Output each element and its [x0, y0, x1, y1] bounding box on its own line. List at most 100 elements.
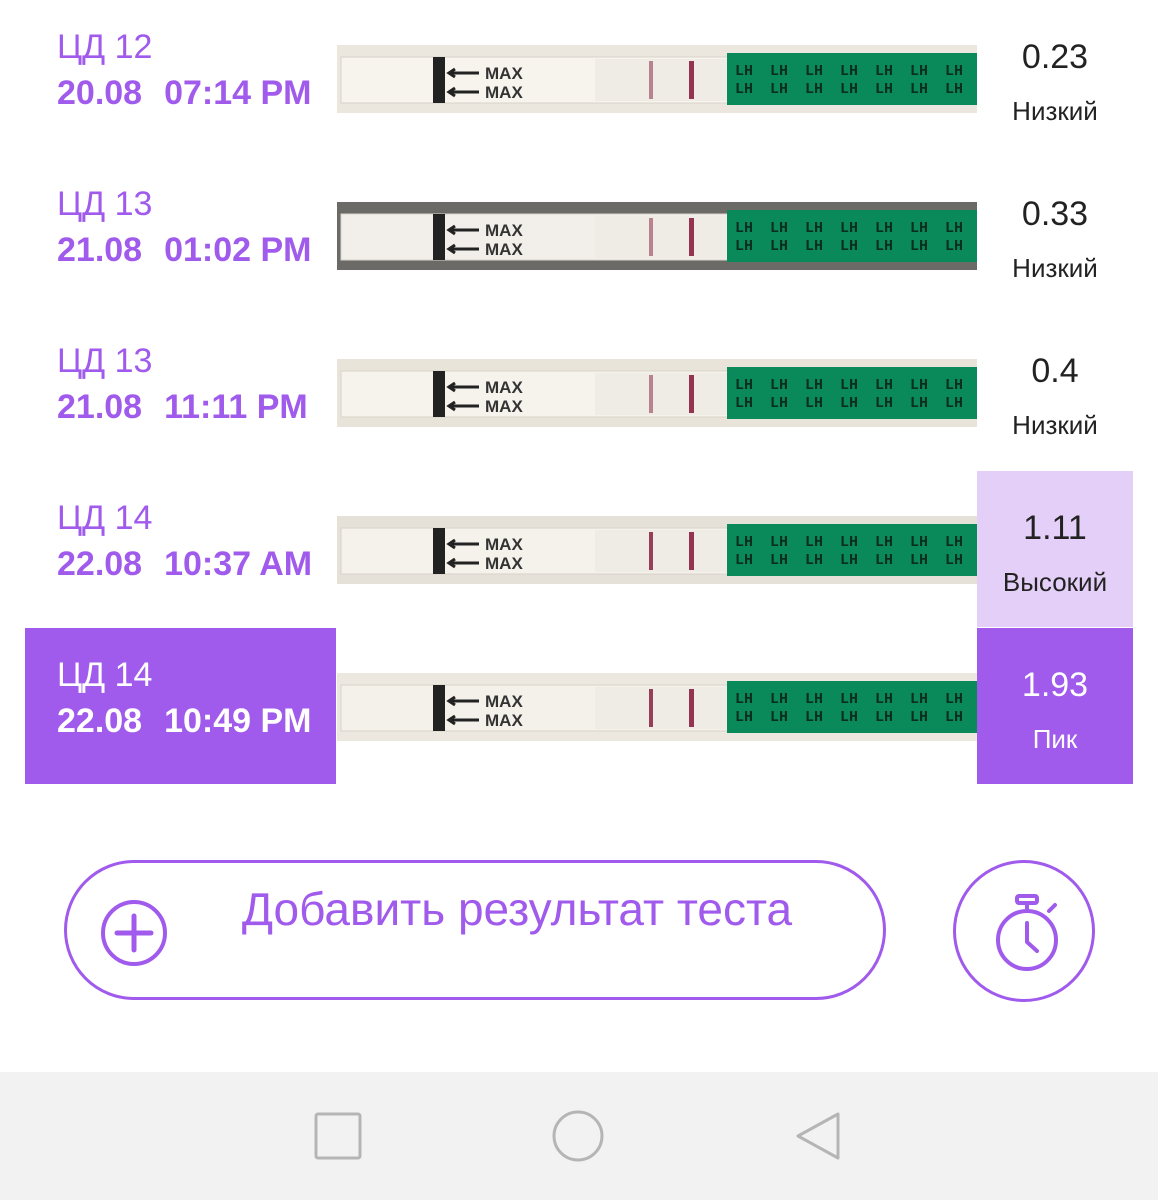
result-time: 11:11 PM [164, 388, 308, 426]
strip-lh-text: LH [910, 63, 928, 80]
cycle-day-label: ЦД 12 [57, 28, 153, 66]
lh-level-label: Пик [1032, 724, 1078, 754]
strip-lh-text: LH [805, 395, 823, 412]
strip-lh-text: LH [805, 691, 823, 708]
test-strip-photo: MAXMAXLH LH LH LH LH LH LHLH LH LH LH LH LH LH [337, 45, 977, 113]
result-datetime: 22.08 10:37 AM [57, 545, 312, 584]
strip-lh-text: LH [735, 63, 753, 80]
lh-ratio-value: 0.23 [1021, 38, 1089, 76]
strip-lh-text: LH [945, 552, 963, 569]
strip-lh-text: LH [875, 220, 893, 237]
strip-lh-text: LH [840, 534, 858, 551]
strip-max-bar [433, 528, 445, 574]
strip-control-line [689, 218, 694, 256]
strip-lh-text: LH [735, 238, 753, 255]
triangle-back-icon[interactable] [788, 1106, 848, 1166]
strip-window [595, 59, 727, 101]
cycle-day-label: ЦД 14 [57, 656, 153, 694]
stopwatch-icon [996, 894, 1058, 971]
strip-test-line [649, 61, 653, 99]
strip-test-line [649, 689, 653, 727]
strip-max-text: MAX [485, 240, 523, 259]
result-value-cell: 0.33 Низкий [977, 157, 1133, 313]
result-datetime: 22.08 10:49 PM [57, 702, 312, 741]
result-date: 22.08 [57, 545, 143, 583]
strip-max-text: MAX [485, 83, 523, 102]
result-row[interactable]: ЦД 14 22.08 10:37 AM MAX MAX LH LH LH LH LH LH LH LH… [0, 471, 1158, 627]
cycle-day-label: ЦД 13 [57, 185, 153, 223]
result-value-cell: 1.93 Пик [977, 628, 1133, 784]
plus-circle-icon [101, 900, 167, 966]
strip-lh-text: LH [945, 709, 963, 726]
strip-lh-text: LH [875, 395, 893, 412]
test-strip-photo: MAXMAXLH LH LH LH LH LH LHLH LH LH LH LH LH LH [337, 516, 977, 584]
test-strip: MAX MAX LH LH LH LH LH LH LH LH LH LH LH LH LH LH [337, 202, 977, 270]
lh-level-label: Низкий [1012, 96, 1098, 126]
strip-lh-text: LH [840, 395, 858, 412]
strip-lh-text: LH [735, 534, 753, 551]
strip-lh-text: LH [840, 238, 858, 255]
strip-window [595, 530, 727, 572]
cycle-day-label: ЦД 13 [57, 342, 153, 380]
strip-lh-text: LH [945, 81, 963, 98]
strip-lh-text: LH [805, 220, 823, 237]
strip-lh-text: LH [770, 81, 788, 98]
strip-lh-text: LH [910, 709, 928, 726]
strip-lh-text: LH [875, 63, 893, 80]
strip-lh-text: LH [945, 220, 963, 237]
result-row[interactable]: ЦД 13 21.08 01:02 PM MAX MAX LH LH LH LH LH LH LH LH… [0, 157, 1158, 313]
strip-max-text: MAX [485, 397, 523, 416]
add-test-result-button[interactable]: Добавить результат теста [64, 860, 886, 1000]
strip-control-line [689, 375, 694, 413]
timer-button[interactable] [953, 860, 1095, 1002]
strip-lh-text: LH [945, 63, 963, 80]
strip-lh-text: LH [910, 552, 928, 569]
lh-ratio-value: 0.4 [1031, 352, 1079, 390]
test-strip: MAX MAX LH LH LH LH LH LH LH LH LH LH LH LH LH LH [337, 516, 977, 584]
strip-window [595, 373, 727, 415]
square-icon[interactable] [308, 1106, 368, 1166]
strip-test-line [649, 218, 653, 256]
lh-level-label: Высокий [1002, 567, 1108, 597]
test-strip-photo: MAXMAXLH LH LH LH LH LH LHLH LH LH LH LH LH LH [337, 673, 977, 741]
strip-lh-text: LH [840, 691, 858, 708]
result-date: 21.08 [57, 388, 143, 426]
result-date: 20.08 [57, 74, 143, 112]
strip-lh-text: LH [875, 534, 893, 551]
strip-lh-text: LH [805, 552, 823, 569]
result-row[interactable]: ЦД 13 21.08 11:11 PM MAX MAX LH LH LH LH LH LH LH LH… [0, 314, 1158, 470]
strip-lh-text: LH [945, 238, 963, 255]
result-row[interactable]: ЦД 12 20.08 07:14 PM MAX MAX LH LH LH LH LH LH LH LH… [0, 0, 1158, 156]
strip-lh-text: LH [840, 81, 858, 98]
strip-lh-text: LH [805, 63, 823, 80]
strip-control-line [689, 532, 694, 570]
strip-max-bar [433, 685, 445, 731]
strip-lh-text: LH [770, 377, 788, 394]
strip-lh-text: LH [875, 691, 893, 708]
circle-icon[interactable] [548, 1106, 608, 1166]
test-strip: MAX MAX LH LH LH LH LH LH LH LH LH LH LH LH LH LH [337, 359, 977, 427]
result-date-cell: ЦД 14 22.08 10:49 PM [25, 628, 336, 784]
strip-lh-text: LH [910, 220, 928, 237]
strip-lh-text: LH [735, 691, 753, 708]
strip-lh-text: LH [945, 534, 963, 551]
strip-lh-text: LH [910, 395, 928, 412]
strip-control-line [689, 61, 694, 99]
result-time: 01:02 PM [164, 231, 312, 269]
strip-max-bar [433, 214, 445, 260]
strip-lh-text: LH [805, 534, 823, 551]
strip-max-bar [433, 57, 445, 103]
result-row[interactable]: ЦД 14 22.08 10:49 PM MAX MAX LH LH LH LH LH LH LH LH… [0, 628, 1158, 784]
lh-ratio-value: 1.93 [1021, 666, 1089, 704]
strip-lh-text: LH [770, 63, 788, 80]
strip-lh-text: LH [770, 691, 788, 708]
result-datetime: 21.08 11:11 PM [57, 388, 308, 427]
lh-ratio-value: 0.33 [1021, 195, 1089, 233]
result-date: 22.08 [57, 702, 143, 740]
strip-lh-text: LH [945, 691, 963, 708]
strip-lh-text: LH [735, 377, 753, 394]
result-time: 07:14 PM [164, 74, 312, 112]
strip-test-line [649, 375, 653, 413]
test-strip: MAX MAX LH LH LH LH LH LH LH LH LH LH LH LH LH LH [337, 45, 977, 113]
strip-lh-text: LH [840, 552, 858, 569]
